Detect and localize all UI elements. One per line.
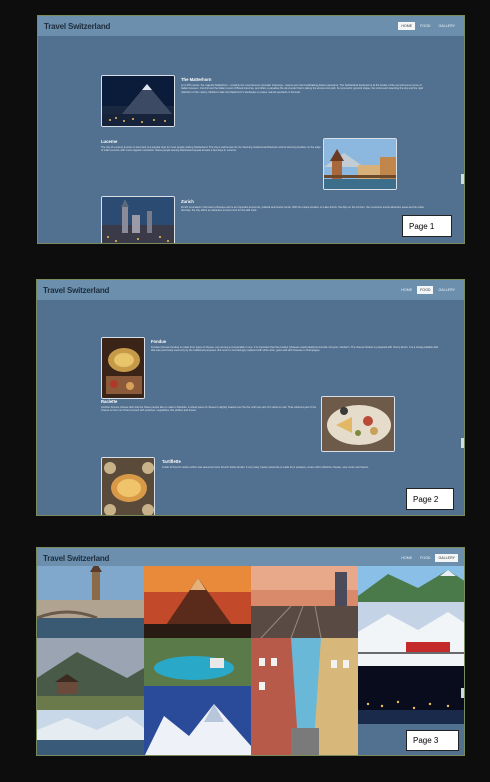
article-text: The city of Lucerne (Luzern in German) i… bbox=[101, 146, 321, 153]
nav-menu: HOME FOOD GALLERY bbox=[398, 22, 458, 30]
nav-food[interactable]: FOOD bbox=[417, 554, 433, 562]
gallery-image-zurich-station[interactable] bbox=[251, 566, 358, 638]
gallery-image-blue-lake[interactable] bbox=[144, 638, 251, 686]
article-text: At 4,478 metres, the majestic Matterhorn… bbox=[181, 84, 423, 94]
brand-logo[interactable]: Travel Switzerland bbox=[44, 22, 110, 31]
scrollbar[interactable] bbox=[461, 438, 464, 448]
page2-screenshot: Travel Switzerland HOME FOOD GALLERY Fon… bbox=[36, 279, 465, 516]
nav-home[interactable]: HOME bbox=[398, 286, 415, 294]
gallery-image-snowy-peaks[interactable] bbox=[144, 686, 251, 755]
nav-gallery[interactable]: GALLERY bbox=[435, 286, 458, 294]
scrollbar[interactable] bbox=[461, 688, 464, 698]
article-text: Fondue (cheese fondue) is made from type… bbox=[151, 346, 439, 353]
article-title: The Matterhorn bbox=[181, 77, 212, 82]
article-title: Lucerne bbox=[101, 139, 118, 144]
page1-navbar: Travel Switzerland HOME FOOD GALLERY bbox=[38, 16, 464, 36]
nav-gallery[interactable]: GALLERY bbox=[435, 554, 458, 562]
brand-logo[interactable]: Travel Switzerland bbox=[43, 286, 109, 295]
nav-gallery[interactable]: GALLERY bbox=[435, 22, 458, 30]
nav-home[interactable]: HOME bbox=[398, 22, 416, 30]
page3-navbar: Travel Switzerland HOME FOOD GALLERY bbox=[37, 548, 464, 568]
nav-food[interactable]: FOOD bbox=[417, 22, 433, 30]
nav-menu: HOME FOOD GALLERY bbox=[398, 286, 458, 294]
page-label: Page 2 bbox=[406, 488, 454, 510]
article-title: Fondue bbox=[151, 339, 167, 344]
raclette-image bbox=[321, 396, 395, 452]
gallery-image-night-city[interactable] bbox=[358, 666, 464, 724]
nav-menu: HOME FOOD GALLERY bbox=[398, 554, 458, 562]
scrollbar[interactable] bbox=[461, 174, 464, 184]
article-title: Raclette bbox=[101, 399, 118, 404]
gallery-image-green-valley[interactable] bbox=[358, 566, 464, 602]
article-text: A dish of French cuisine which was assum… bbox=[162, 466, 369, 469]
zurich-image bbox=[101, 196, 175, 243]
page1-screenshot: Travel Switzerland HOME FOOD GALLERY The… bbox=[37, 15, 465, 244]
fondue-image bbox=[101, 337, 145, 399]
article-title: Zurich bbox=[181, 199, 194, 204]
page-label: Page 3 bbox=[406, 730, 459, 751]
gallery-image-snow-train[interactable] bbox=[358, 602, 464, 666]
page-label: Page 1 bbox=[402, 215, 452, 237]
article-title: Tartiflette bbox=[162, 459, 181, 464]
gallery-image-matterhorn-sunset[interactable] bbox=[144, 566, 251, 638]
article-text: Another famous cheese dish that the Swis… bbox=[101, 406, 317, 413]
gallery-image-old-town-street[interactable] bbox=[251, 638, 358, 755]
nav-home[interactable]: HOME bbox=[398, 554, 415, 562]
lucerne-image bbox=[323, 138, 397, 190]
page3-screenshot: Travel Switzerland HOME FOOD GALLERY Pag… bbox=[36, 547, 465, 756]
gallery-image-lucerne-bridge[interactable] bbox=[37, 566, 144, 638]
tartiflette-image bbox=[101, 457, 155, 515]
brand-logo[interactable]: Travel Switzerland bbox=[43, 554, 109, 563]
matterhorn-image bbox=[101, 75, 175, 127]
nav-food[interactable]: FOOD bbox=[417, 286, 434, 294]
gallery-image-mountain-village[interactable] bbox=[37, 638, 144, 710]
page2-navbar: Travel Switzerland HOME FOOD GALLERY bbox=[37, 280, 464, 300]
article-text: Zurich is located in the heart of Europe… bbox=[181, 206, 425, 213]
gallery-image-alpine-lake[interactable] bbox=[37, 710, 144, 755]
